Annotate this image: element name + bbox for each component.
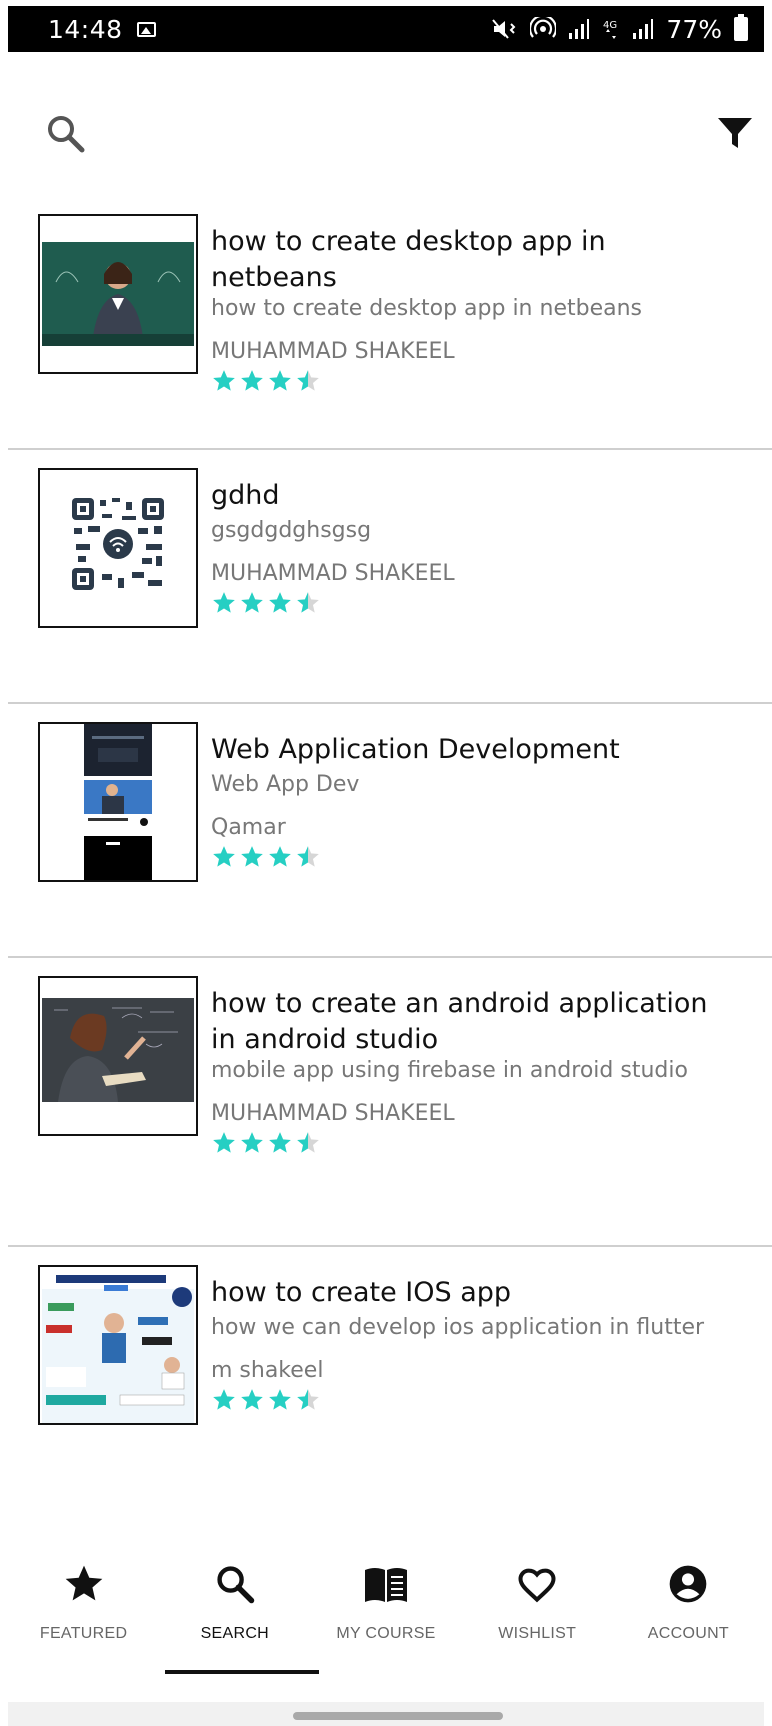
star-rating-icon bbox=[213, 370, 235, 391]
status-bar: 14:48 4G 77% bbox=[8, 6, 764, 52]
star-rating-icon bbox=[269, 1389, 291, 1410]
svg-text:4G: 4G bbox=[603, 20, 617, 31]
course-subtitle: gsgdgdghsgsg bbox=[211, 518, 372, 543]
star-rating-icon bbox=[269, 1132, 291, 1153]
rating-stars bbox=[211, 1387, 321, 1413]
nav-label: FEATURED bbox=[39, 1625, 128, 1642]
course-thumbnail bbox=[38, 976, 198, 1136]
course-author: MUHAMMAD SHAKEEL bbox=[211, 339, 455, 364]
star-rating-icon bbox=[213, 846, 235, 867]
star-rating-icon bbox=[241, 1132, 263, 1153]
book-icon bbox=[365, 1568, 407, 1602]
nav-account[interactable]: ACCOUNT bbox=[613, 1548, 764, 1668]
star-rating-icon bbox=[297, 370, 319, 391]
heart-icon bbox=[518, 1568, 556, 1603]
star-rating-icon bbox=[241, 846, 263, 867]
course-title: how to create IOS app bbox=[211, 1277, 512, 1308]
course-author: MUHAMMAD SHAKEEL bbox=[211, 561, 455, 586]
mute-vibrate-icon bbox=[492, 19, 516, 39]
teacher-chalkboard-image bbox=[42, 242, 194, 346]
star-icon bbox=[65, 1565, 102, 1601]
course-item[interactable]: how to create IOS app how we can develop… bbox=[8, 1247, 772, 1501]
course-list: how to create desktop app in netbeans ho… bbox=[8, 196, 772, 1501]
star-rating-icon bbox=[297, 1132, 319, 1153]
star-rating-icon bbox=[213, 1132, 235, 1153]
course-author: MUHAMMAD SHAKEEL bbox=[211, 1101, 455, 1126]
star-rating-icon bbox=[297, 1389, 319, 1410]
nav-featured[interactable]: FEATURED bbox=[8, 1548, 159, 1668]
home-handle[interactable] bbox=[293, 1712, 503, 1720]
star-rating-icon bbox=[297, 592, 319, 613]
rating-stars bbox=[211, 368, 321, 394]
rating-stars bbox=[211, 590, 321, 616]
signal-2-icon bbox=[633, 19, 654, 39]
star-rating-icon bbox=[269, 592, 291, 613]
hotspot-icon bbox=[530, 17, 557, 38]
nav-label: SEARCH bbox=[200, 1625, 270, 1642]
course-thumbnail bbox=[38, 214, 198, 374]
course-author: Qamar bbox=[211, 815, 286, 840]
teacher-book-image bbox=[42, 998, 194, 1102]
qr-code-image bbox=[42, 492, 194, 596]
star-rating-icon bbox=[269, 846, 291, 867]
course-title: Web Application Development bbox=[211, 734, 620, 765]
status-time: 14:48 bbox=[48, 14, 123, 44]
course-title: how to create desktop app in netbeans bbox=[211, 226, 606, 293]
nav-label: ACCOUNT bbox=[647, 1625, 730, 1642]
nav-label: WISHLIST bbox=[498, 1625, 577, 1642]
course-subtitle: how to create desktop app in netbeans bbox=[211, 296, 642, 321]
bottom-nav: FEATURED SEARCH MY COURSE WISHLIST ACCOU… bbox=[8, 1548, 764, 1668]
course-title: gdhd bbox=[211, 480, 280, 511]
filter-icon[interactable] bbox=[716, 114, 754, 152]
course-item[interactable]: how to create an android application in … bbox=[8, 958, 772, 1247]
course-thumbnail bbox=[38, 722, 198, 882]
star-rating-icon bbox=[213, 1389, 235, 1410]
course-subtitle: mobile app using firebase in android stu… bbox=[211, 1058, 688, 1083]
course-author: m shakeel bbox=[211, 1358, 324, 1383]
status-icons: 4G 77% bbox=[492, 14, 748, 44]
nav-wishlist[interactable]: WISHLIST bbox=[462, 1548, 613, 1668]
course-item[interactable]: Web Application Development Web App Dev … bbox=[8, 704, 772, 958]
battery-percent: 77% bbox=[666, 14, 722, 44]
gesture-bar bbox=[8, 1702, 764, 1726]
image-notification-icon bbox=[136, 21, 156, 37]
course-title: how to create an android application in … bbox=[211, 988, 708, 1055]
star-rating-icon bbox=[269, 370, 291, 391]
course-subtitle: how we can develop ios application in fl… bbox=[211, 1315, 705, 1340]
search-icon bbox=[217, 1566, 255, 1604]
course-subtitle: Web App Dev bbox=[211, 772, 360, 797]
nav-search[interactable]: SEARCH bbox=[159, 1548, 310, 1668]
course-item[interactable]: how to create desktop app in netbeans ho… bbox=[8, 196, 772, 450]
search-icon[interactable] bbox=[46, 114, 86, 154]
star-rating-icon bbox=[213, 592, 235, 613]
nav-label: MY COURSE bbox=[336, 1625, 436, 1642]
app-screenshot-image bbox=[42, 724, 194, 880]
active-tab-indicator bbox=[165, 1670, 319, 1674]
rating-stars bbox=[211, 1130, 321, 1156]
star-rating-icon bbox=[241, 592, 263, 613]
battery-icon bbox=[734, 14, 748, 41]
star-rating-icon bbox=[297, 846, 319, 867]
course-thumbnail bbox=[38, 1265, 198, 1425]
statistical-data-analysis-image bbox=[42, 1267, 194, 1423]
course-item[interactable]: gdhd gsgdgdghsgsg MUHAMMAD SHAKEEL bbox=[8, 450, 772, 704]
nav-my-course[interactable]: MY COURSE bbox=[310, 1548, 461, 1668]
4g-icon: 4G bbox=[603, 20, 618, 39]
rating-stars bbox=[211, 844, 321, 870]
signal-icon bbox=[569, 19, 590, 39]
star-rating-icon bbox=[241, 1389, 263, 1410]
star-rating-icon bbox=[241, 370, 263, 391]
account-icon bbox=[670, 1565, 707, 1603]
course-thumbnail bbox=[38, 468, 198, 628]
